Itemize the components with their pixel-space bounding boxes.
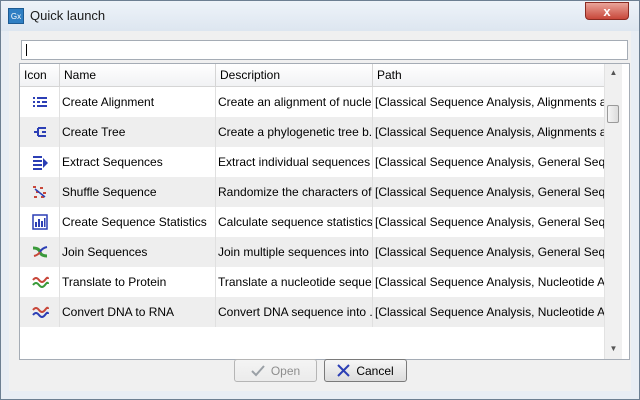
row-icon-cell [20, 267, 60, 297]
join-sequences-icon [32, 246, 47, 258]
row-icon-cell [20, 177, 60, 207]
tree-icon [33, 127, 46, 137]
column-header-description[interactable]: Description [216, 64, 373, 86]
alignment-icon [32, 97, 47, 107]
row-path: [Classical Sequence Analysis, General Se… [375, 185, 604, 199]
row-icon-cell [20, 147, 60, 177]
scroll-thumb[interactable] [607, 105, 619, 123]
row-name: Create Tree [60, 117, 216, 147]
row-description: Calculate sequence statistics... [216, 207, 373, 237]
scroll-down-icon[interactable]: ▼ [606, 341, 621, 357]
row-description: Create a phylogenetic tree b... [216, 117, 373, 147]
scroll-up-icon[interactable]: ▲ [606, 65, 621, 81]
table-row[interactable]: Convert DNA to RNA Convert DNA sequence … [20, 297, 604, 327]
row-name: Create Alignment [60, 87, 216, 117]
row-description: Extract individual sequences ... [216, 147, 373, 177]
table-row[interactable]: Shuffle Sequence Randomize the character… [20, 177, 604, 207]
search-input[interactable] [21, 40, 628, 60]
dialog-body: Icon Name Description Path Create Alignm… [9, 31, 631, 391]
dna-to-rna-icon [31, 306, 49, 318]
row-path: [Classical Sequence Analysis, General Se… [375, 155, 604, 169]
row-name: Extract Sequences [60, 147, 216, 177]
table-row[interactable]: Join Sequences Join multiple sequences i… [20, 237, 604, 267]
table-row[interactable]: Create Sequence Statistics Calculate seq… [20, 207, 604, 237]
row-icon-cell [20, 297, 60, 327]
window-title: Quick launch [30, 8, 106, 23]
row-name: Convert DNA to RNA [60, 297, 216, 327]
row-description: Join multiple sequences into ... [216, 237, 373, 267]
tools-table: Icon Name Description Path Create Alignm… [19, 63, 630, 360]
cancel-button-label: Cancel [356, 363, 394, 378]
close-button[interactable]: x [585, 2, 629, 20]
row-description: Convert DNA sequence into ... [216, 297, 373, 327]
table-row[interactable]: Extract Sequences Extract individual seq… [20, 147, 604, 177]
row-icon-cell [20, 117, 60, 147]
row-name: Create Sequence Statistics [60, 207, 216, 237]
row-path: [Classical Sequence Analysis, General Se… [375, 215, 604, 229]
column-header-path[interactable]: Path [373, 64, 604, 86]
row-name: Translate to Protein [60, 267, 216, 297]
row-icon-cell [20, 237, 60, 267]
statistics-icon [31, 214, 48, 230]
row-icon-cell [20, 207, 60, 237]
open-button-label: Open [270, 363, 301, 378]
column-header-name[interactable]: Name [60, 64, 216, 86]
translate-icon [31, 276, 49, 288]
table-header: Icon Name Description Path [20, 64, 604, 87]
checkmark-icon [251, 364, 265, 376]
row-description: Create an alignment of nucle... [216, 87, 373, 117]
open-button[interactable]: Open [234, 359, 317, 382]
table-row[interactable]: Create Tree Create a phylogenetic tree b… [20, 117, 604, 147]
extract-sequences-icon [32, 156, 48, 170]
row-path: [Classical Sequence Analysis, Alignments… [375, 125, 604, 139]
row-description: Randomize the characters of... [216, 177, 373, 207]
row-description: Translate a nucleotide seque... [216, 267, 373, 297]
row-path: [Classical Sequence Analysis, Nucleotide… [375, 275, 604, 289]
text-caret [26, 44, 27, 56]
row-name: Shuffle Sequence [60, 177, 216, 207]
row-name: Join Sequences [60, 237, 216, 267]
row-path: [Classical Sequence Analysis, Nucleotide… [375, 305, 604, 319]
row-path: [Classical Sequence Analysis, Alignments… [375, 95, 604, 109]
cancel-button[interactable]: Cancel [324, 359, 407, 382]
table-row[interactable]: Translate to Protein Translate a nucleot… [20, 267, 604, 297]
shuffle-icon [32, 186, 46, 198]
vertical-scrollbar[interactable]: ▲ ▼ [604, 64, 622, 359]
title-bar: Gx Quick launch x [1, 1, 639, 31]
cancel-x-icon [337, 364, 351, 377]
quick-launch-dialog: Gx Quick launch x Icon Name Description … [0, 0, 640, 400]
app-logo-icon: Gx [8, 8, 24, 24]
table-row[interactable]: Create Alignment Create an alignment of … [20, 87, 604, 117]
column-header-icon[interactable]: Icon [20, 64, 60, 86]
row-path: [Classical Sequence Analysis, General Se… [375, 245, 604, 259]
row-icon-cell [20, 87, 60, 117]
table-body: Create Alignment Create an alignment of … [20, 87, 604, 327]
